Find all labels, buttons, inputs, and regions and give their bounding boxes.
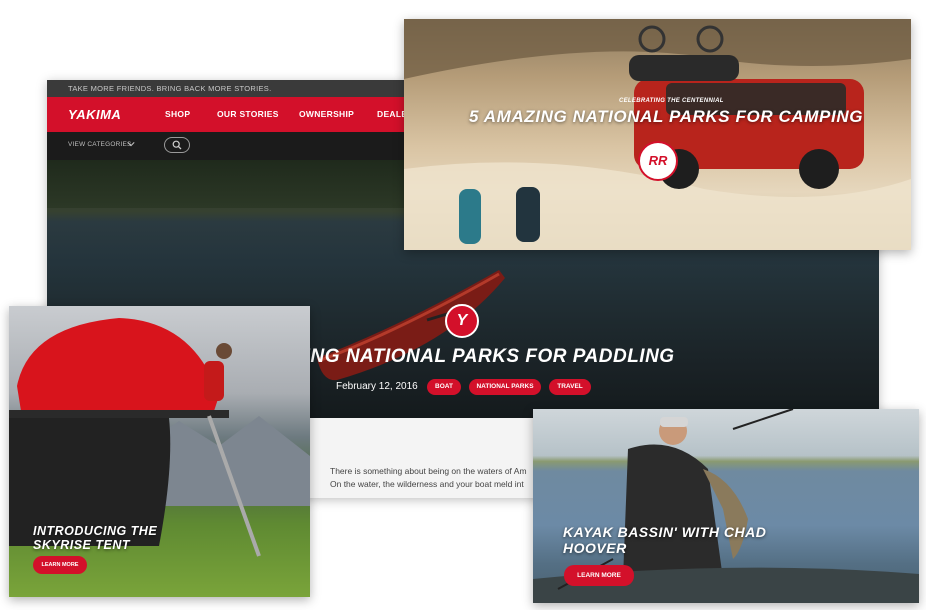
tag-boat[interactable]: BOAT: [427, 379, 461, 395]
view-categories-link[interactable]: VIEW CATEGORIES: [68, 141, 132, 148]
kayak-learn-more-button[interactable]: LEARN MORE: [564, 565, 634, 586]
nav-dealers[interactable]: DEALE: [377, 109, 407, 119]
yakima-badge-icon: Y: [445, 304, 479, 338]
camping-eyebrow: CELEBRATING THE CENTENNIAL: [619, 98, 724, 104]
nav-ownership[interactable]: OWNERSHIP: [299, 109, 354, 119]
skyrise-title-line: SKYRISE TENT: [33, 538, 130, 552]
search-button[interactable]: [164, 137, 190, 153]
roadtrip-logo-icon: RR: [638, 141, 678, 181]
kayak-title-line: HOOVER: [563, 540, 627, 556]
skyrise-title[interactable]: INTRODUCING THE SKYRISE TENT: [33, 524, 157, 552]
hero-date: February 12, 2016: [336, 381, 418, 392]
skyrise-title-line: INTRODUCING THE: [33, 524, 158, 538]
skyrise-promo-card[interactable]: INTRODUCING THE SKYRISE TENT LEARN MORE: [9, 306, 310, 597]
skyrise-learn-more-button[interactable]: LEARN MORE: [33, 556, 87, 574]
tag-travel[interactable]: TRAVEL: [549, 379, 591, 395]
camping-promo-card[interactable]: CELEBRATING THE CENTENNIAL 5 AMAZING NAT…: [404, 19, 911, 250]
nav-our-stories[interactable]: OUR STORIES: [217, 109, 279, 119]
search-icon: [172, 140, 182, 150]
nav-shop[interactable]: SHOP: [165, 109, 190, 119]
skyrise-scene-image: [9, 318, 310, 557]
tag-national-parks[interactable]: NATIONAL PARKS: [469, 379, 541, 395]
kayak-promo-card[interactable]: KAYAK BASSIN' WITH CHAD HOOVER LEARN MOR…: [533, 409, 919, 603]
camping-scene-image: [404, 19, 911, 250]
kayak-title-line: KAYAK BASSIN' WITH CHAD: [563, 524, 767, 540]
yakima-logo[interactable]: YAKIMA: [68, 107, 121, 122]
chevron-down-icon[interactable]: [127, 140, 135, 148]
kayak-title[interactable]: KAYAK BASSIN' WITH CHAD HOOVER: [563, 524, 766, 556]
camping-title[interactable]: 5 AMAZING NATIONAL PARKS FOR CAMPING: [469, 107, 863, 127]
